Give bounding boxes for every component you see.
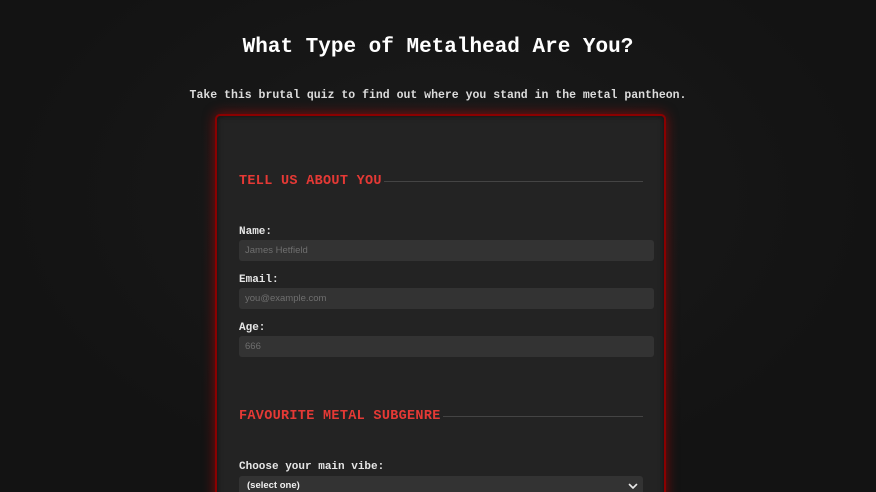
- email-input[interactable]: [239, 288, 654, 309]
- quiz-page: What Type of Metalhead Are You? Take thi…: [0, 0, 876, 492]
- vibe-select-value: (select one): [247, 480, 300, 491]
- section-divider: [383, 181, 643, 182]
- section-subgenre-title: FAVOURITE METAL SUBGENRE: [239, 409, 441, 424]
- section-about-heading: TELL US ABOUT YOU: [239, 174, 643, 189]
- page-subtitle: Take this brutal quiz to find out where …: [189, 89, 687, 102]
- age-input[interactable]: [239, 336, 654, 357]
- section-about-title: TELL US ABOUT YOU: [239, 174, 382, 189]
- name-input[interactable]: [239, 240, 654, 261]
- vibe-select[interactable]: (select one): [239, 476, 643, 492]
- email-label: Email:: [239, 274, 279, 286]
- vibe-label: Choose your main vibe:: [239, 461, 385, 473]
- name-label: Name:: [239, 226, 273, 238]
- section-subgenre-heading: FAVOURITE METAL SUBGENRE: [239, 409, 643, 424]
- chevron-down-icon: [628, 483, 638, 489]
- section-divider: [442, 416, 643, 417]
- quiz-form-card: TELL US ABOUT YOU Name: Email: Age: FAVO…: [215, 114, 666, 492]
- age-label: Age:: [239, 322, 266, 334]
- page-title: What Type of Metalhead Are You?: [242, 36, 634, 59]
